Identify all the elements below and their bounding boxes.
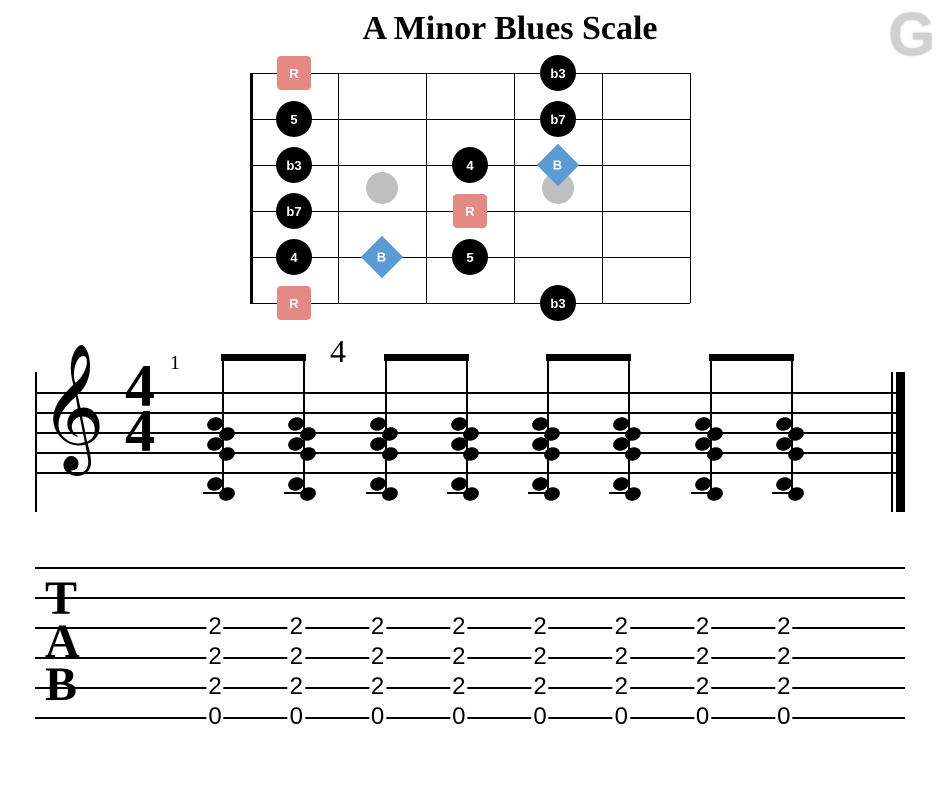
fret-note: b3: [540, 285, 576, 321]
tab-fret-number: 2: [694, 673, 711, 701]
tab-fret-number: 0: [206, 703, 223, 731]
tab-fret-number: 2: [206, 673, 223, 701]
tab-fret-number: 0: [369, 703, 386, 731]
tab-fret-number: 2: [531, 643, 548, 671]
fret-note: B: [361, 236, 403, 278]
fret-note: b7: [276, 193, 312, 229]
tab-fret-number: 2: [206, 643, 223, 671]
tab-fret-number: 2: [775, 643, 792, 671]
tab-fret-number: 2: [450, 673, 467, 701]
fret-note: R: [453, 194, 487, 228]
tab-fret-number: 0: [694, 703, 711, 731]
timesig-den: 4: [125, 398, 155, 464]
tab-fret-number: 2: [613, 643, 630, 671]
tab-fret-number: 2: [369, 613, 386, 641]
tab-fret-number: 2: [694, 613, 711, 641]
fret-note: b3: [276, 147, 312, 183]
tab-fret-number: 0: [775, 703, 792, 731]
fret-note: b3: [540, 55, 576, 91]
treble-clef-icon: 𝄞: [40, 352, 105, 462]
tab-staff: T A B 22202220222022202220222022202220: [35, 567, 905, 717]
fretboard-inlay: [366, 172, 398, 204]
fret-note: 5: [276, 101, 312, 137]
tab-fret-number: 2: [694, 643, 711, 671]
tab-b: B: [45, 658, 77, 711]
notation-area: 𝄞 4 4 1 T A B 22202220222022202220222022…: [35, 372, 905, 742]
tab-fret-number: 2: [613, 673, 630, 701]
tab-fret-number: 2: [613, 613, 630, 641]
tab-fret-number: 2: [288, 673, 305, 701]
fret-note: b7: [540, 101, 576, 137]
tab-fret-number: 2: [369, 673, 386, 701]
watermark-logo: G: [888, 0, 935, 69]
tab-fret-number: 2: [206, 613, 223, 641]
fret-note: R: [277, 286, 311, 320]
measure-number: 1: [170, 352, 180, 375]
tab-fret-number: 2: [775, 673, 792, 701]
tab-fret-number: 2: [369, 643, 386, 671]
fret-note: R: [277, 56, 311, 90]
fret-note: 5: [452, 239, 488, 275]
fret-note: 4: [452, 147, 488, 183]
tab-fret-number: 0: [531, 703, 548, 731]
fret-note: 4: [276, 239, 312, 275]
tab-fret-number: 2: [288, 643, 305, 671]
fretboard-diagram: Rb35b7b34Bb7R4B5Rb3: [250, 73, 690, 303]
page-title: A Minor Blues Scale: [90, 10, 930, 48]
tab-fret-number: 2: [531, 673, 548, 701]
tab-fret-number: 0: [288, 703, 305, 731]
tab-fret-number: 2: [450, 613, 467, 641]
tab-fret-number: 0: [613, 703, 630, 731]
tab-fret-number: 2: [288, 613, 305, 641]
tab-fret-number: 0: [450, 703, 467, 731]
tab-fret-number: 2: [775, 613, 792, 641]
tab-fret-number: 2: [450, 643, 467, 671]
music-staff: 𝄞 4 4 1: [35, 372, 905, 512]
tab-fret-number: 2: [531, 613, 548, 641]
time-signature: 4 4: [125, 364, 155, 454]
